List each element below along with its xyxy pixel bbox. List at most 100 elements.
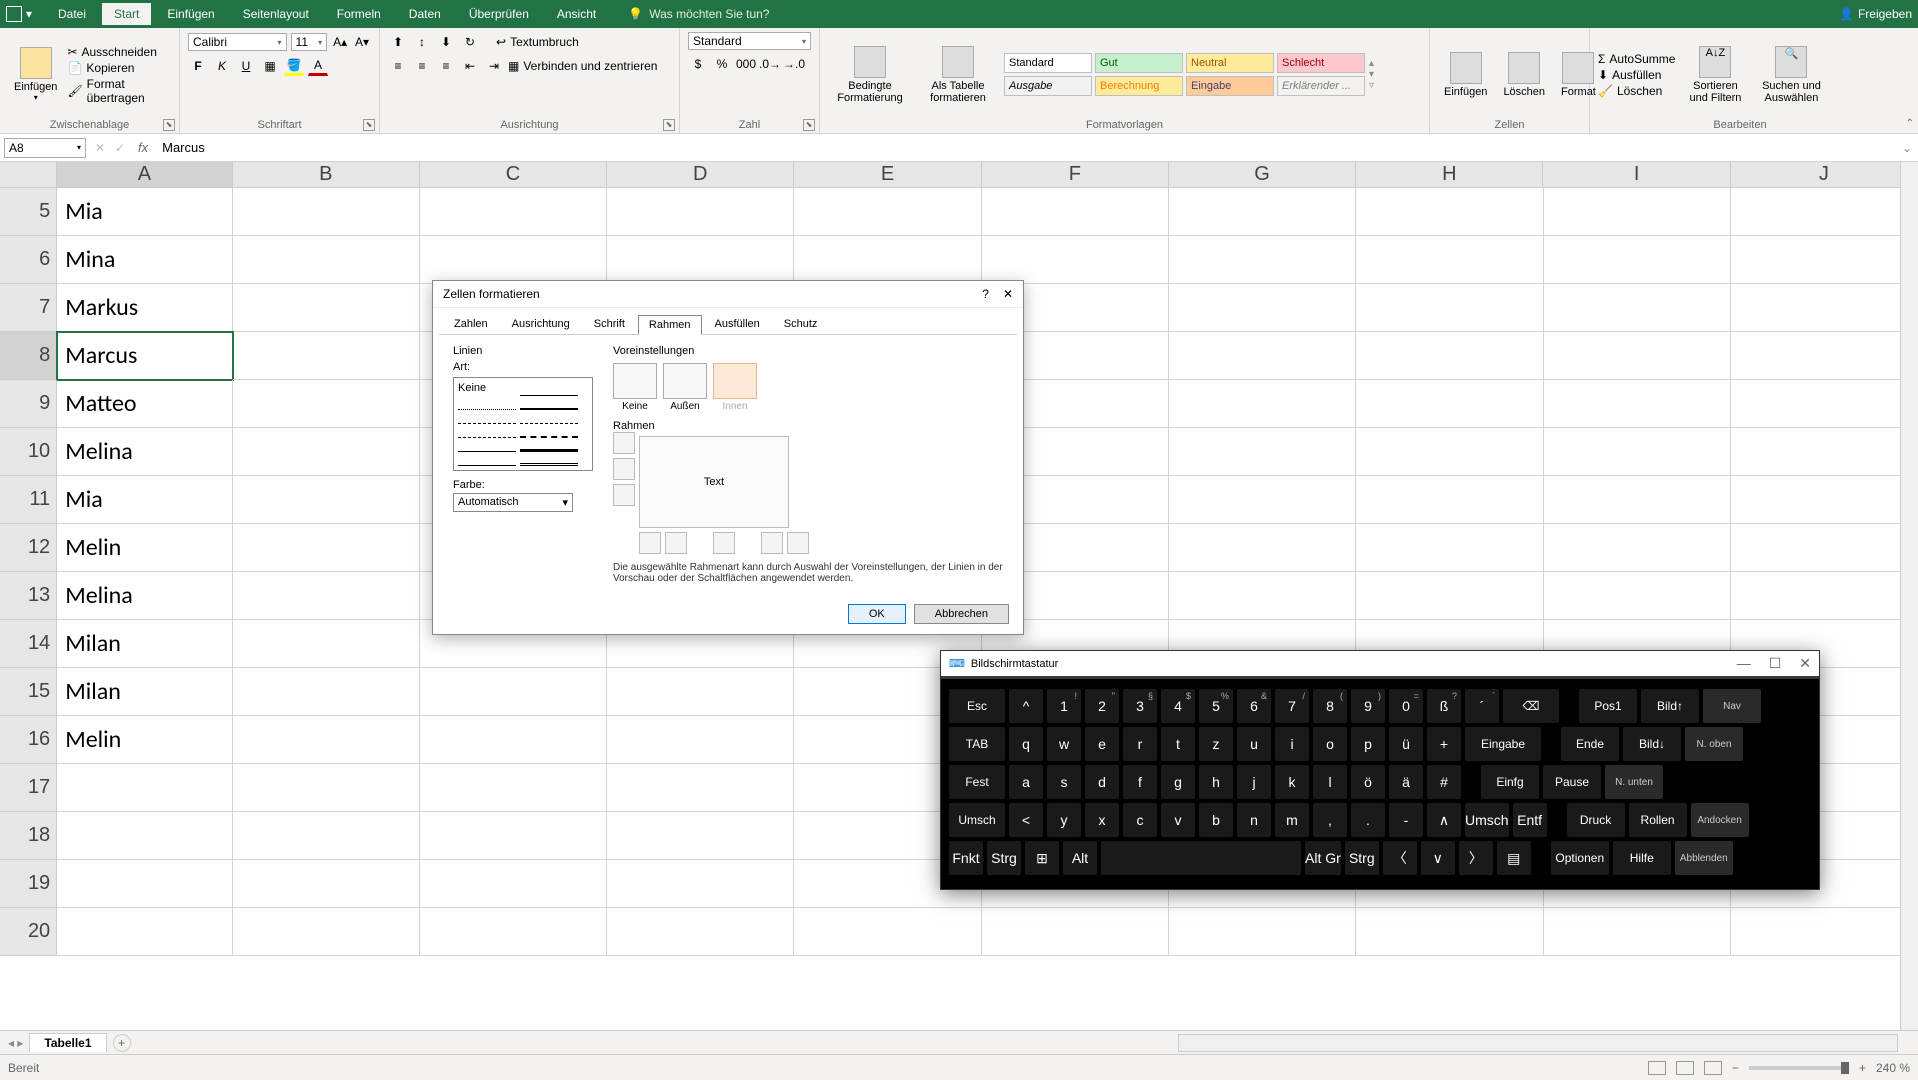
cell-B6[interactable] — [233, 236, 420, 284]
merge-center-button[interactable]: ▦Verbinden und zentrieren — [508, 59, 657, 73]
cell-I11[interactable] — [1544, 476, 1731, 524]
row-header-20[interactable]: 20 — [0, 908, 57, 956]
cell-D6[interactable] — [607, 236, 794, 284]
sheet-nav[interactable]: ◂ ▸ — [8, 1036, 23, 1050]
font-size-combo[interactable]: 11▾ — [291, 33, 328, 51]
cell-G20[interactable] — [1169, 908, 1356, 956]
cell-G7[interactable] — [1169, 284, 1356, 332]
col-header-C[interactable]: C — [420, 162, 607, 188]
key-p[interactable]: p — [1351, 727, 1385, 761]
cell-I5[interactable] — [1544, 188, 1731, 236]
clear-button[interactable]: 🧹Löschen — [1598, 84, 1675, 98]
border-right-btn[interactable] — [761, 532, 783, 554]
zoom-in[interactable]: + — [1859, 1061, 1866, 1075]
key-n[interactable]: n — [1237, 803, 1271, 837]
row-header-18[interactable]: 18 — [0, 812, 57, 860]
insert-cells-button[interactable]: Einfügen — [1438, 50, 1493, 100]
cell-H7[interactable] — [1356, 284, 1543, 332]
cell-G5[interactable] — [1169, 188, 1356, 236]
clipboard-launcher[interactable]: ⬊ — [163, 119, 175, 131]
cell-G8[interactable] — [1169, 332, 1356, 380]
dtab-schutz[interactable]: Schutz — [773, 314, 829, 334]
key-Umsch[interactable]: Umsch — [949, 803, 1005, 837]
key-4[interactable]: 4$ — [1161, 689, 1195, 723]
cell-A16[interactable]: Melin — [57, 716, 232, 764]
key-s[interactable]: s — [1047, 765, 1081, 799]
view-normal[interactable] — [1648, 1061, 1666, 1075]
key-d[interactable]: d — [1085, 765, 1119, 799]
col-header-H[interactable]: H — [1356, 162, 1543, 188]
tell-me[interactable]: 💡 Was möchten Sie tun? — [628, 7, 769, 21]
key-Fest[interactable]: Fest — [949, 765, 1005, 799]
col-header-A[interactable]: A — [57, 162, 232, 188]
key-ö[interactable]: ö — [1351, 765, 1385, 799]
decrease-decimal[interactable]: →.0 — [784, 54, 804, 74]
font-launcher[interactable]: ⬊ — [363, 119, 375, 131]
view-pagebreak[interactable] — [1704, 1061, 1722, 1075]
cell-F20[interactable] — [982, 908, 1169, 956]
key-Andocken[interactable]: Andocken — [1691, 803, 1749, 837]
style-eingabe[interactable]: Eingabe — [1186, 76, 1274, 96]
format-as-table-button[interactable]: Als Tabelle formatieren — [916, 44, 1000, 106]
key-ß[interactable]: ß? — [1427, 689, 1461, 723]
col-header-F[interactable]: F — [982, 162, 1169, 188]
cell-C19[interactable] — [420, 860, 607, 908]
key-⌫[interactable]: ⌫ — [1503, 689, 1559, 723]
cell-I12[interactable] — [1544, 524, 1731, 572]
key-Abblenden[interactable]: Abblenden — [1675, 841, 1733, 875]
border-preview[interactable]: Text — [639, 436, 789, 528]
collapse-ribbon-button[interactable]: ⌃ — [1906, 118, 1914, 129]
key-Alt[interactable]: Alt — [1063, 841, 1097, 875]
cell-J11[interactable] — [1731, 476, 1918, 524]
cell-A5[interactable]: Mia — [57, 188, 232, 236]
key-g[interactable]: g — [1161, 765, 1195, 799]
col-header-E[interactable]: E — [794, 162, 981, 188]
key-r[interactable]: r — [1123, 727, 1157, 761]
cell-H12[interactable] — [1356, 524, 1543, 572]
cell-D18[interactable] — [607, 812, 794, 860]
border-center-btn[interactable] — [713, 532, 735, 554]
cell-C5[interactable] — [420, 188, 607, 236]
key-x[interactable]: x — [1085, 803, 1119, 837]
cell-A9[interactable]: Matteo — [57, 380, 232, 428]
cell-J10[interactable] — [1731, 428, 1918, 476]
row-header-7[interactable]: 7 — [0, 284, 57, 332]
cell-B9[interactable] — [233, 380, 420, 428]
tab-start[interactable]: Start — [102, 3, 151, 25]
styles-more[interactable]: ▿ — [1369, 80, 1374, 91]
currency-button[interactable]: $ — [688, 54, 708, 74]
cell-A6[interactable]: Mina — [57, 236, 232, 284]
row-header-14[interactable]: 14 — [0, 620, 57, 668]
line-style-dotted[interactable] — [458, 396, 516, 410]
row-header-12[interactable]: 12 — [0, 524, 57, 572]
dtab-ausrichtung[interactable]: Ausrichtung — [501, 314, 581, 334]
key-z[interactable]: z — [1199, 727, 1233, 761]
italic-button[interactable]: K — [212, 56, 232, 76]
fill-color-button[interactable]: 🪣 — [284, 56, 304, 76]
key-0[interactable]: 0= — [1389, 689, 1423, 723]
zoom-level[interactable]: 240 % — [1876, 1061, 1910, 1075]
col-header-B[interactable]: B — [233, 162, 420, 188]
sheet-tab-1[interactable]: Tabelle1 — [29, 1033, 106, 1052]
cell-H6[interactable] — [1356, 236, 1543, 284]
row-header-16[interactable]: 16 — [0, 716, 57, 764]
cell-D16[interactable] — [607, 716, 794, 764]
cell-G10[interactable] — [1169, 428, 1356, 476]
find-select-button[interactable]: 🔍Suchen und Auswählen — [1755, 44, 1827, 106]
cell-A14[interactable]: Milan — [57, 620, 232, 668]
cell-I7[interactable] — [1544, 284, 1731, 332]
key-N. oben[interactable]: N. oben — [1685, 727, 1743, 761]
col-header-G[interactable]: G — [1169, 162, 1356, 188]
style-ausgabe[interactable]: Ausgabe — [1004, 76, 1092, 96]
key-o[interactable]: o — [1313, 727, 1347, 761]
cancel-formula-icon[interactable]: ✕ — [90, 138, 110, 158]
line-style-thin[interactable] — [520, 382, 578, 396]
style-schlecht[interactable]: Schlecht — [1277, 53, 1365, 73]
number-format-combo[interactable]: Standard▾ — [688, 32, 811, 50]
cell-G11[interactable] — [1169, 476, 1356, 524]
cell-B7[interactable] — [233, 284, 420, 332]
key-m[interactable]: m — [1275, 803, 1309, 837]
key-Alt Gr[interactable]: Alt Gr — [1305, 841, 1341, 875]
key-Strg[interactable]: Strg — [987, 841, 1021, 875]
col-header-J[interactable]: J — [1731, 162, 1918, 188]
